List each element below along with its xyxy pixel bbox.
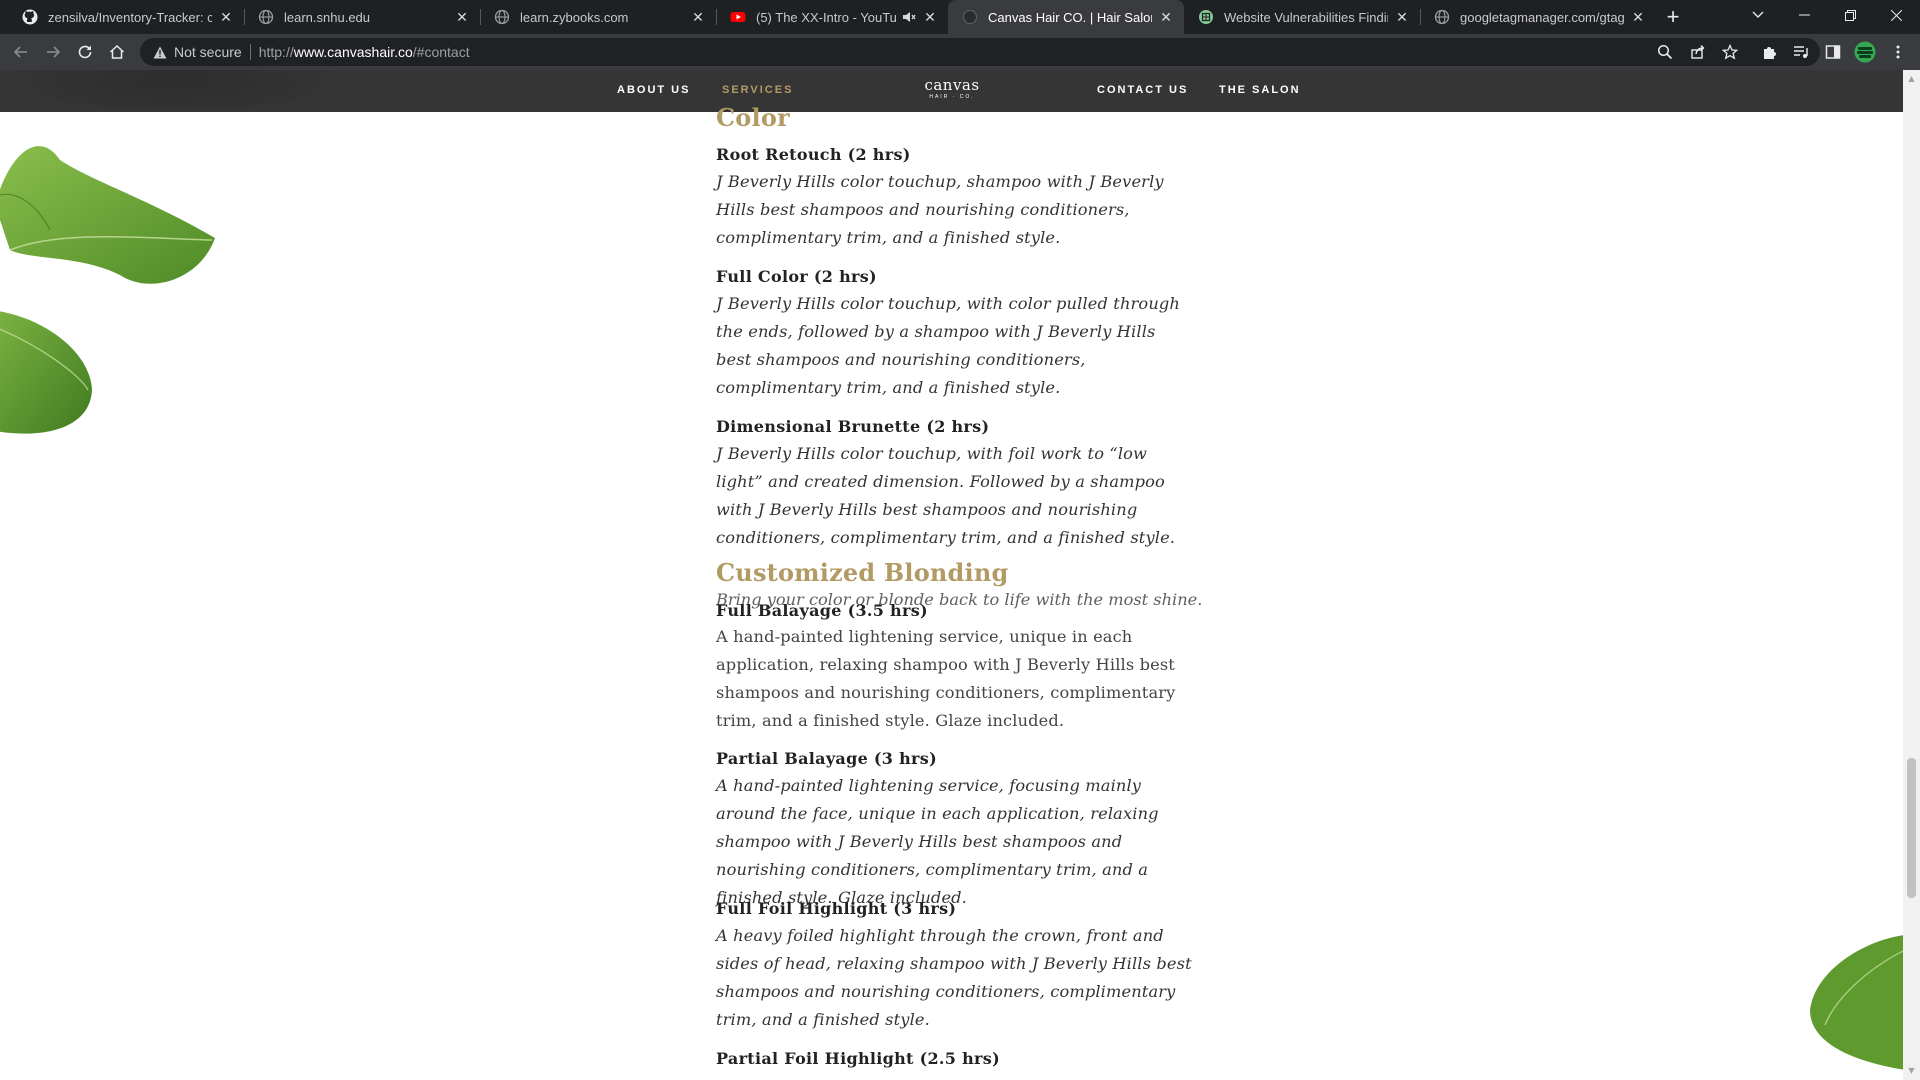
tab-snhu[interactable]: learn.snhu.edu ✕	[244, 0, 480, 34]
page-viewport: ABOUT US SERVICES canvas HAIR · CO. CONT…	[0, 70, 1903, 1080]
side-panel-icon[interactable]	[1821, 40, 1845, 64]
logo-subtitle: HAIR · CO.	[929, 94, 975, 100]
profile-avatar-icon[interactable]	[1853, 40, 1877, 64]
close-window-button[interactable]	[1873, 0, 1919, 30]
security-label[interactable]: Not secure	[174, 44, 242, 60]
tab-title: zensilva/Inventory-Tracker: c++	[48, 9, 212, 25]
tab-vulnerabilities[interactable]: Website Vulnerabilities Findings. ✕	[1184, 0, 1420, 34]
warning-triangle-icon[interactable]	[152, 44, 168, 60]
section-title-color: Color	[716, 103, 790, 132]
browser-toolbar: Not secure http://www.canvashair.co/#con…	[0, 34, 1920, 70]
close-tab-icon[interactable]: ✕	[218, 9, 234, 25]
tab-strip: zensilva/Inventory-Tracker: c++ ✕ learn.…	[0, 0, 1920, 34]
close-tab-icon[interactable]: ✕	[690, 9, 706, 25]
service-name: Full Color (2 hrs)	[716, 267, 877, 286]
service-description: A hand-painted lightening service, uniqu…	[716, 627, 1176, 730]
forward-icon[interactable]	[41, 40, 65, 64]
youtube-icon	[730, 9, 746, 25]
service-name: Full Balayage (3.5 hrs)	[716, 601, 928, 620]
service-description: J Beverly Hills color touchup, shampoo w…	[716, 172, 1164, 247]
tab-title: (5) The XX-Intro - YouTube	[756, 9, 896, 25]
restore-button[interactable]	[1827, 0, 1873, 30]
logo-wordmark: canvas	[924, 76, 980, 94]
tab-title: Canvas Hair CO. | Hair Salon in A	[988, 9, 1152, 25]
zoom-icon[interactable]	[1653, 40, 1677, 64]
globe-icon	[258, 9, 274, 25]
service-name: Dimensional Brunette (2 hrs)	[716, 417, 990, 436]
globe-icon	[1434, 9, 1450, 25]
tab-github[interactable]: zensilva/Inventory-Tracker: c++ ✕	[8, 0, 244, 34]
page-scrollbar[interactable]: ▲ ▼	[1903, 70, 1920, 1080]
close-tab-icon[interactable]: ✕	[454, 9, 470, 25]
service-description: A hand-painted lightening service, focus…	[716, 776, 1159, 907]
close-tab-icon[interactable]: ✕	[1394, 9, 1410, 25]
bookmark-star-icon[interactable]	[1718, 40, 1742, 64]
tab-gtag[interactable]: googletagmanager.com/gtag/js ✕	[1420, 0, 1656, 34]
tab-title: learn.zybooks.com	[520, 9, 629, 25]
service-name: Full Foil Highlight (3 hrs)	[716, 899, 957, 918]
scroll-thumb[interactable]	[1907, 758, 1916, 898]
tab-title: Website Vulnerabilities Findings.	[1224, 9, 1388, 25]
minimize-button[interactable]	[1781, 0, 1827, 30]
speaker-mute-icon[interactable]	[902, 10, 916, 24]
url-domain: www.canvashair.co	[293, 44, 413, 60]
service-description: J Beverly Hills color touchup, with colo…	[716, 294, 1180, 397]
globe-icon	[962, 9, 978, 25]
leaf-decoration	[0, 146, 215, 434]
close-tab-icon[interactable]: ✕	[922, 9, 938, 25]
nav-the-salon[interactable]: THE SALON	[1219, 84, 1301, 96]
tab-zybooks[interactable]: learn.zybooks.com ✕	[480, 0, 716, 34]
tab-title: googletagmanager.com/gtag/js	[1460, 9, 1624, 25]
new-tab-button[interactable]: +	[1660, 4, 1686, 30]
scroll-up-arrow-icon[interactable]: ▲	[1907, 74, 1916, 83]
service-description: A heavy foiled highlight through the cro…	[716, 926, 1192, 1029]
scroll-down-arrow-icon[interactable]: ▼	[1907, 1066, 1916, 1075]
nav-services[interactable]: SERVICES	[722, 84, 793, 96]
site-logo[interactable]: canvas HAIR · CO.	[922, 77, 982, 100]
address-bar[interactable]: Not secure http://www.canvashair.co/#con…	[140, 38, 1820, 66]
url-scheme: http://	[258, 44, 294, 60]
nav-contact-us[interactable]: CONTACT US	[1097, 84, 1188, 96]
share-icon[interactable]	[1686, 40, 1710, 64]
extensions-puzzle-icon[interactable]	[1757, 40, 1781, 64]
url-path: /#contact	[412, 44, 470, 60]
close-tab-icon[interactable]: ✕	[1630, 9, 1646, 25]
nav-about-us[interactable]: ABOUT US	[617, 84, 690, 96]
leaf-decoration	[1810, 935, 1903, 1070]
globe-icon	[494, 9, 510, 25]
sheets-icon	[1198, 9, 1214, 25]
service-name: Partial Foil Highlight (2.5 hrs)	[716, 1049, 1000, 1068]
site-nav: ABOUT US SERVICES canvas HAIR · CO. CONT…	[0, 70, 1903, 112]
tab-youtube[interactable]: (5) The XX-Intro - YouTube ✕	[716, 0, 948, 34]
reload-icon[interactable]	[73, 40, 97, 64]
service-name: Root Retouch (2 hrs)	[716, 145, 911, 164]
tab-canvas-hair[interactable]: Canvas Hair CO. | Hair Salon in A ✕	[948, 0, 1184, 34]
kebab-menu-icon[interactable]	[1886, 40, 1910, 64]
tab-search-chevron-icon[interactable]	[1735, 0, 1781, 30]
home-icon[interactable]	[105, 40, 129, 64]
section-title-customized-blonding: Customized Blonding	[716, 558, 1009, 587]
tab-title: learn.snhu.edu	[284, 9, 371, 25]
service-name: Partial Balayage (3 hrs)	[716, 749, 937, 768]
service-description: J Beverly Hills color touchup, with foil…	[716, 444, 1176, 547]
media-controls-icon[interactable]	[1789, 40, 1813, 64]
back-icon[interactable]	[9, 40, 33, 64]
github-icon	[22, 9, 38, 25]
close-tab-icon[interactable]: ✕	[1158, 9, 1174, 25]
